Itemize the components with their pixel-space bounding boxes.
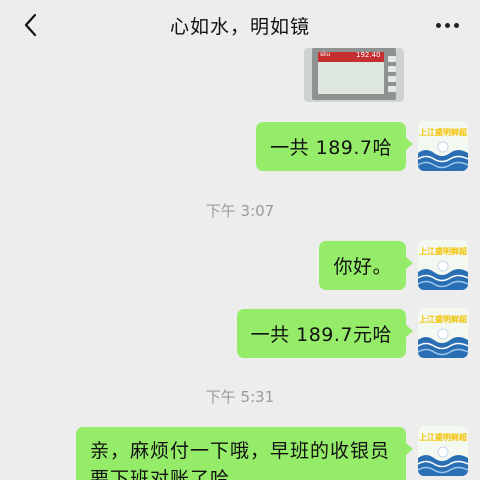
timestamp: 下午 3:07	[205, 202, 275, 220]
chat-header: 心如水，明如镜	[0, 0, 480, 50]
avatar-label: 上江盛明鲜超	[419, 432, 468, 442]
message-bubble[interactable]: 一共 189.7哈	[256, 122, 413, 171]
store-logo-icon: 上江盛明鲜超	[418, 426, 468, 476]
register-button	[388, 76, 396, 82]
store-logo-icon: 上江盛明鲜超	[418, 308, 468, 358]
register-button	[388, 56, 396, 62]
image-message[interactable]: sku 192.40	[304, 48, 404, 102]
avatar[interactable]: 上江盛明鲜超	[418, 308, 468, 358]
avatar[interactable]: 上江盛明鲜超	[418, 426, 468, 476]
store-logo-icon: 上江盛明鲜超	[418, 121, 468, 171]
avatar-label: 上江盛明鲜超	[419, 246, 468, 256]
avatar-label: 上江盛明鲜超	[419, 127, 468, 137]
message-bubble[interactable]: 亲，麻烦付一下哦，早班的收银员要下班对账了哈。	[76, 427, 413, 480]
register-sku-text: sku	[320, 51, 331, 58]
avatar-label: 上江盛明鲜超	[419, 314, 468, 324]
more-dot	[435, 22, 441, 28]
store-logo-icon: 上江盛明鲜超	[418, 240, 468, 290]
message-bubble[interactable]: 一共 189.7元哈	[236, 309, 414, 358]
avatar[interactable]: 上江盛明鲜超	[418, 121, 468, 171]
chat-title: 心如水，明如镜	[169, 16, 310, 38]
message-bubble[interactable]: 你好。	[319, 241, 413, 290]
register-button	[388, 86, 396, 92]
more-options-button[interactable]	[432, 14, 462, 36]
register-amount-text: 192.40	[356, 51, 381, 59]
register-button	[388, 66, 396, 72]
message-list[interactable]: sku 192.40 一共 189.7哈 上江盛明鲜超 下午 3:07 你好。 …	[0, 48, 480, 480]
more-dot	[453, 22, 459, 28]
more-dot	[444, 22, 450, 28]
avatar[interactable]: 上江盛明鲜超	[418, 240, 468, 290]
timestamp: 下午 5:31	[205, 388, 275, 406]
